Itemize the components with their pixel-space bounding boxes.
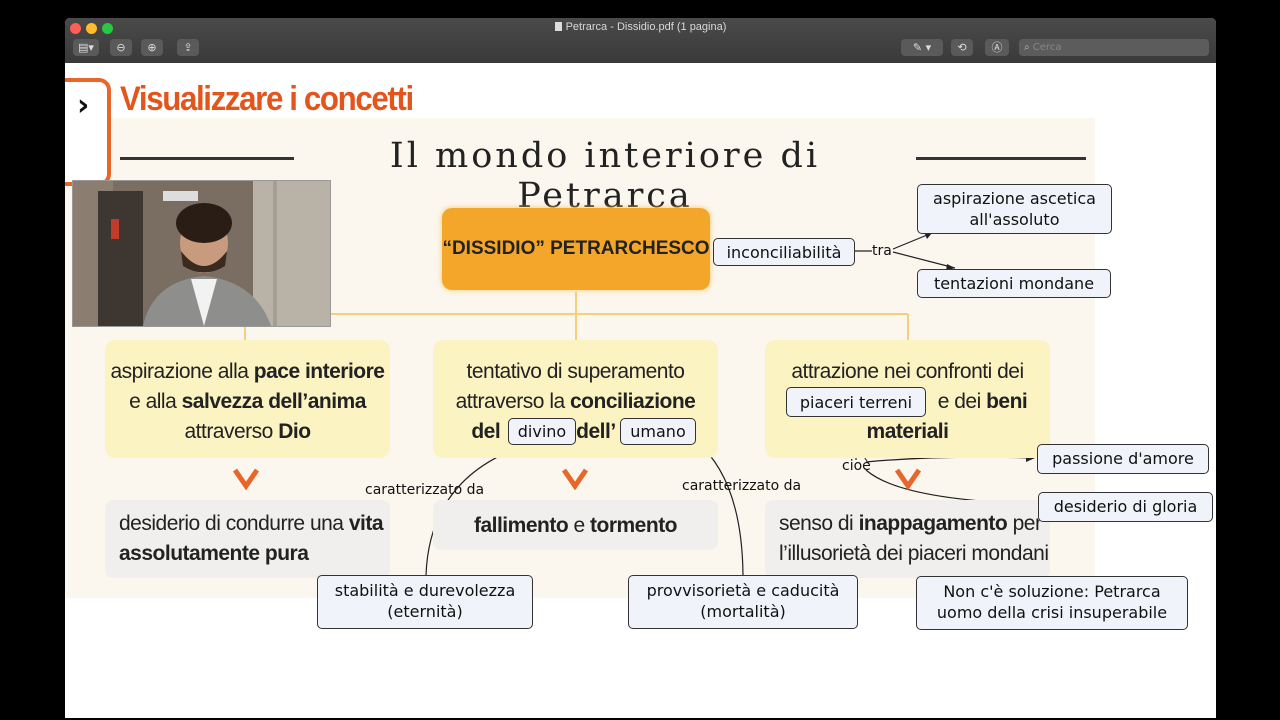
result-inappagamento: senso di inappagamento per l’illusorietà… [765,500,1050,578]
node-umano: umano [620,418,696,445]
text-part-bold: Dio [278,420,311,443]
result-vita-pura: desiderio di condurre una vita assolutam… [105,500,390,578]
node-aspirazione-ascetica: aspirazione ascetica all'assoluto [917,184,1112,234]
node-desiderio-gloria: desiderio di gloria [1038,492,1213,522]
text-part-bold: salvezza dell’anima [181,390,367,413]
text-part-bold: inappagamento [858,512,1008,535]
text-part: attraverso la [455,390,570,413]
node-tentazioni-mondane: tentazioni mondane [917,269,1111,298]
text-part: tentativo di superamento [466,360,685,383]
text-part-bold: del [471,420,501,443]
label-tra: tra [872,243,892,259]
label-caratterizzato-left: caratterizzato da [365,482,485,498]
text-part-bold: pace interiore [253,360,385,383]
text-part-bold: materiali [866,420,949,443]
label-cioe: cioè [842,458,871,474]
text-part: attraverso [184,420,279,443]
result-fallimento: fallimento e tormento [433,500,718,550]
node-line: (mortalità) [700,602,786,621]
node-piaceri-terreni: piaceri terreni [786,387,926,417]
node-stabilita: stabilità e durevolezza (eternità) [317,575,533,629]
presenter-webcam[interactable] [72,180,331,327]
text-part: l’illusorietà dei piaceri mondani [779,542,1049,565]
text-part: senso di [779,512,859,535]
node-passione-amore: passione d'amore [1037,444,1209,474]
chevron-down-icon [895,468,921,490]
chevron-down-icon [562,468,588,490]
text-part-bold: tormento [590,514,678,537]
node-line: (eternità) [387,602,463,621]
node-line: provvisorietà e caducità [646,581,840,600]
node-line: stabilità e durevolezza [334,581,516,600]
node-provvisorieta: provvisorietà e caducità (mortalità) [628,575,858,629]
text-part-bold: vita [348,512,384,535]
text-part: e alla [129,390,182,413]
node-divino: divino [508,418,576,445]
text-part-bold: dell’ [576,420,616,443]
dissidio-label: “DISSIDIO” PETRARCHESCO [442,238,710,259]
text-part: per [1007,512,1042,535]
node-nessuna-soluzione: Non c'è soluzione: Petrarca uomo della c… [916,576,1188,630]
text-part: desiderio di condurre una [119,512,349,535]
text-part: e [568,514,591,537]
text-part-bold: conciliazione [570,390,696,413]
presenter-video-icon [73,181,330,326]
node-line: uomo della crisi insuperabile [936,603,1168,622]
text-part-bold: fallimento [473,514,569,537]
chevron-down-icon [233,468,259,490]
label-caratterizzato-right: caratterizzato da [682,478,802,494]
text-part-bold: beni [986,390,1028,413]
node-inconciliabilita: inconciliabilità [713,238,855,266]
card-pace-interiore: aspirazione alla pace interiore e alla s… [105,340,390,458]
text-part-bold: assolutamente pura [119,542,309,565]
dissidio-box: “DISSIDIO” PETRARCHESCO [442,208,710,290]
node-line: Non c'è soluzione: Petrarca [943,582,1161,601]
text-part: attrazione nei confronti dei [791,360,1024,383]
text-part: aspirazione alla [110,360,254,383]
